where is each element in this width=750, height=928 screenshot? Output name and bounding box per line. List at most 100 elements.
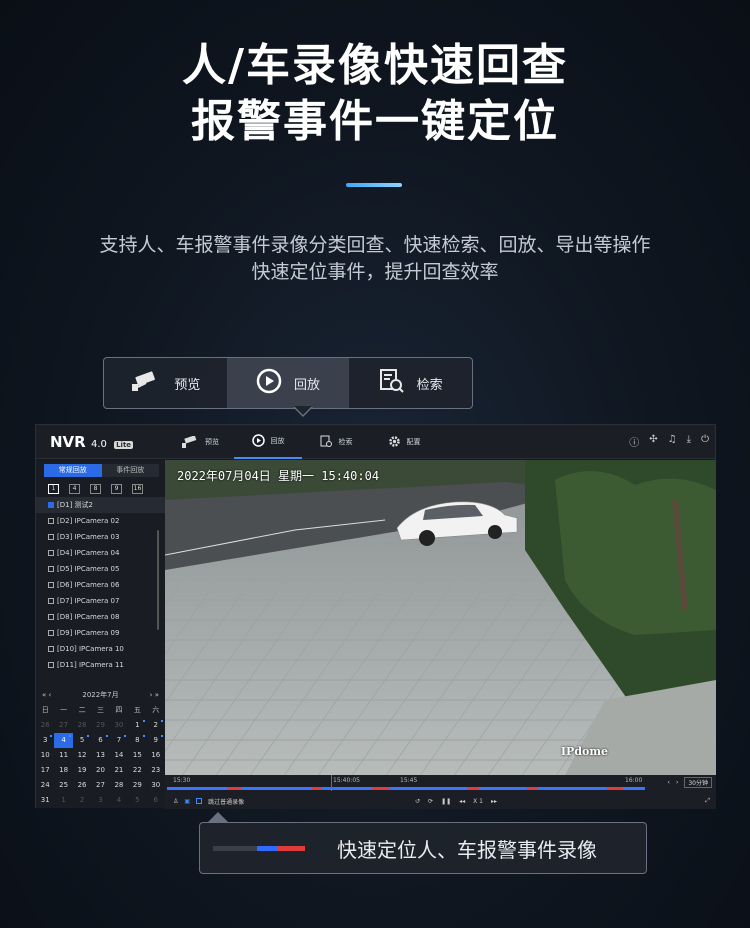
- calendar-day[interactable]: 22: [128, 763, 146, 778]
- camera-checkbox[interactable]: [48, 518, 54, 524]
- camera-checkbox[interactable]: [48, 646, 54, 652]
- camera-checkbox[interactable]: [48, 566, 54, 572]
- calendar-day[interactable]: 11: [54, 748, 72, 763]
- camera-item[interactable]: [D2] IPCamera 02: [36, 513, 165, 529]
- calendar-day[interactable]: 9: [147, 733, 165, 748]
- alarm-event-segment[interactable]: [312, 787, 322, 790]
- tab-event-playback[interactable]: 事件回放: [101, 464, 159, 477]
- calendar-day[interactable]: 3: [36, 733, 54, 748]
- loop-icon[interactable]: ⟳: [428, 798, 433, 805]
- nav-config[interactable]: 配置: [370, 425, 438, 459]
- calendar-day[interactable]: 26: [36, 718, 54, 733]
- calendar-day[interactable]: 12: [73, 748, 91, 763]
- calendar-day[interactable]: 28: [110, 778, 128, 793]
- camera-item[interactable]: [D4] IPCamera 04: [36, 545, 165, 561]
- nav-preview[interactable]: 预览: [166, 425, 234, 459]
- camera-checkbox[interactable]: [48, 534, 54, 540]
- callout-search[interactable]: 检索: [349, 358, 472, 408]
- calendar-day[interactable]: 4: [110, 793, 128, 808]
- power-icon[interactable]: ⏻: [701, 434, 709, 449]
- calendar-day[interactable]: 15: [128, 748, 146, 763]
- camera-item[interactable]: [D10] IPCamera 10: [36, 641, 165, 657]
- timeline-cursor[interactable]: [331, 775, 332, 791]
- nav-playback[interactable]: 回放: [234, 425, 302, 459]
- calendar-day[interactable]: 8: [128, 733, 146, 748]
- fast-icon[interactable]: ▸▸: [491, 798, 497, 805]
- calendar-day[interactable]: 1: [54, 793, 72, 808]
- fullscreen-icon[interactable]: ⤢: [705, 797, 710, 805]
- calendar-day[interactable]: 29: [91, 718, 109, 733]
- next-year-button[interactable]: »: [155, 691, 159, 699]
- camera-checkbox[interactable]: [48, 598, 54, 604]
- camera-checkbox[interactable]: [48, 582, 54, 588]
- calendar-day[interactable]: 4: [54, 733, 73, 748]
- camera-item[interactable]: [D5] IPCamera 05: [36, 561, 165, 577]
- layout-8[interactable]: 8: [90, 484, 101, 494]
- calendar-day[interactable]: 28: [73, 718, 91, 733]
- calendar-day[interactable]: 7: [110, 733, 128, 748]
- info-icon[interactable]: ⓘ: [629, 434, 639, 449]
- layout-16[interactable]: 16: [132, 484, 143, 494]
- camera-checkbox[interactable]: [48, 630, 54, 636]
- calendar-day[interactable]: 21: [110, 763, 128, 778]
- camera-checkbox[interactable]: [48, 614, 54, 620]
- calendar-day[interactable]: 18: [54, 763, 72, 778]
- calendar-day[interactable]: 31: [36, 793, 54, 808]
- calendar-day[interactable]: 5: [73, 733, 91, 748]
- camera-item[interactable]: [D6] IPCamera 06: [36, 577, 165, 593]
- camera-checkbox[interactable]: [48, 662, 54, 668]
- alarm-event-segment[interactable]: [372, 787, 390, 790]
- calendar-day[interactable]: 25: [54, 778, 72, 793]
- callout-playback[interactable]: 回放: [226, 358, 350, 408]
- calendar-day[interactable]: 14: [110, 748, 128, 763]
- layout-4[interactable]: 4: [69, 484, 80, 494]
- calendar-next[interactable]: › »: [150, 691, 159, 699]
- calendar-day[interactable]: 2: [73, 793, 91, 808]
- prev-year-button[interactable]: «: [42, 691, 46, 699]
- calendar-day[interactable]: 30: [147, 778, 165, 793]
- clip-icon[interactable]: ▣: [184, 798, 190, 805]
- calendar-day[interactable]: 19: [73, 763, 91, 778]
- calendar-day[interactable]: 2: [147, 718, 165, 733]
- timeline-next-button[interactable]: ›: [676, 779, 678, 786]
- rewind-icon[interactable]: ↺: [415, 798, 420, 805]
- calendar-day[interactable]: 26: [73, 778, 91, 793]
- user-icon[interactable]: ♙: [173, 798, 178, 805]
- camera-item[interactable]: [D7] IPCamera 07: [36, 593, 165, 609]
- calendar-day[interactable]: 5: [128, 793, 146, 808]
- calendar-day[interactable]: 6: [91, 733, 109, 748]
- calendar-day[interactable]: 29: [128, 778, 146, 793]
- calendar-day[interactable]: 16: [147, 748, 165, 763]
- layout-9[interactable]: 9: [111, 484, 122, 494]
- alarm-event-segment[interactable]: [227, 787, 241, 790]
- calendar-day[interactable]: 24: [36, 778, 54, 793]
- layout-1[interactable]: 1: [48, 484, 59, 494]
- skip-normal-checkbox[interactable]: [196, 798, 203, 804]
- calendar-day[interactable]: 27: [91, 778, 109, 793]
- nav-search[interactable]: 检索: [302, 425, 370, 459]
- camera-checkbox[interactable]: [48, 502, 54, 508]
- timeline-prev-button[interactable]: ‹: [668, 779, 670, 786]
- calendar-prev[interactable]: « ‹: [42, 691, 51, 699]
- calendar-day[interactable]: 13: [91, 748, 109, 763]
- bell-icon[interactable]: ♫: [668, 434, 677, 449]
- alarm-event-segment[interactable]: [607, 787, 623, 790]
- calendar-day[interactable]: 30: [110, 718, 128, 733]
- timeline-track[interactable]: [167, 787, 645, 790]
- camera-item[interactable]: [D8] IPCamera 08: [36, 609, 165, 625]
- timeline-span-select[interactable]: 30分钟: [684, 777, 712, 788]
- camera-list-scrollbar[interactable]: [157, 530, 159, 630]
- camera-item[interactable]: [D11] IPCamera 11: [36, 657, 165, 673]
- alarm-event-segment[interactable]: [467, 787, 479, 790]
- pause-icon[interactable]: ❚❚: [441, 798, 451, 805]
- callout-preview[interactable]: 预览: [104, 358, 227, 408]
- calendar-day[interactable]: 10: [36, 748, 54, 763]
- calendar-day[interactable]: 27: [54, 718, 72, 733]
- camera-item[interactable]: [D3] IPCamera 03: [36, 529, 165, 545]
- download-icon[interactable]: ⤓: [687, 434, 691, 449]
- next-month-button[interactable]: ›: [150, 691, 153, 699]
- video-player[interactable]: 2022年07月04日 星期一 15:40:04 IPdome: [165, 460, 716, 775]
- camera-item[interactable]: [D1] 测试2: [36, 497, 165, 513]
- alarm-event-segment[interactable]: [527, 787, 537, 790]
- camera-checkbox[interactable]: [48, 550, 54, 556]
